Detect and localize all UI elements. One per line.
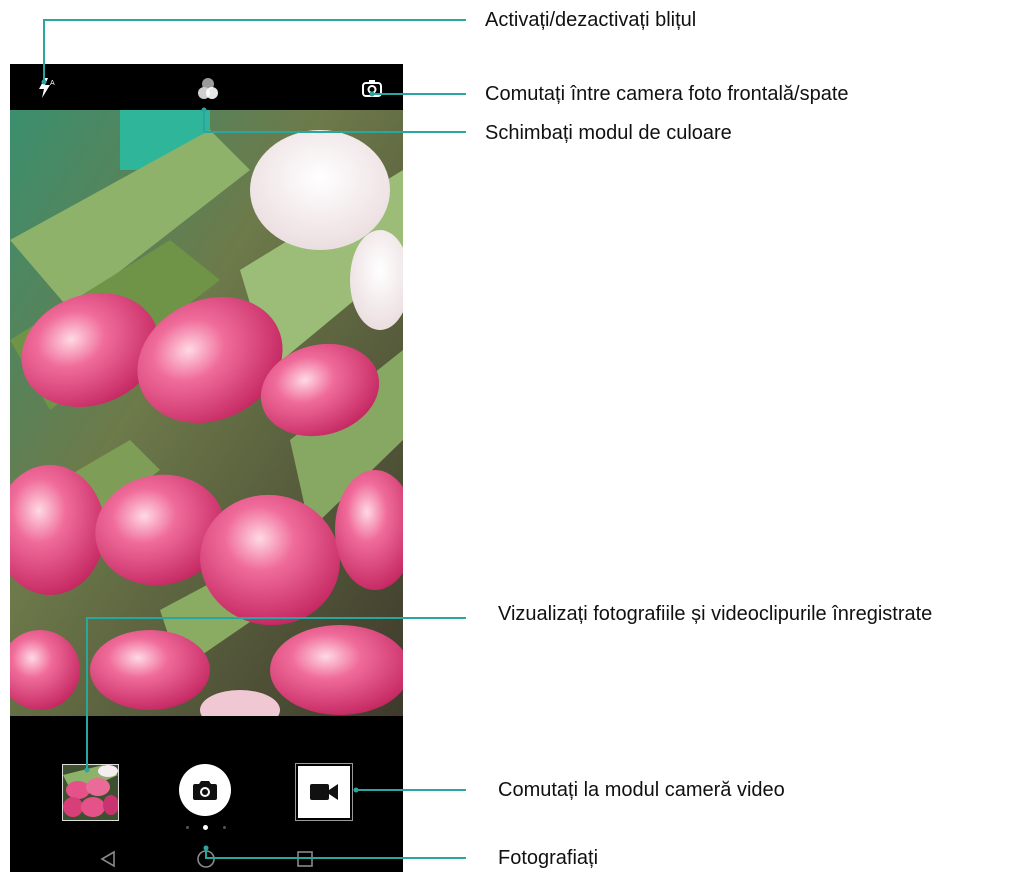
color-filter-icon[interactable] xyxy=(196,76,220,102)
back-triangle-icon[interactable] xyxy=(100,850,116,868)
video-mode-button[interactable] xyxy=(295,763,353,821)
camera-app-screen: A xyxy=(10,64,403,872)
callout-color-mode: Schimbați modul de culoare xyxy=(485,122,732,144)
mode-page-indicator xyxy=(184,824,228,832)
gallery-thumbnail[interactable] xyxy=(62,764,119,821)
callout-flash: Activați/dezactivați blițul xyxy=(485,9,697,31)
system-nav-bar xyxy=(10,838,403,872)
camera-icon xyxy=(193,780,217,800)
callout-shutter: Fotografiați xyxy=(498,847,599,869)
mode-dot xyxy=(186,826,189,829)
shutter-button[interactable] xyxy=(179,764,231,816)
mode-dot xyxy=(223,826,226,829)
tulip-preview-image xyxy=(10,110,403,716)
camera-viewfinder[interactable] xyxy=(10,110,403,716)
mode-dot-active xyxy=(203,825,208,830)
svg-text:A: A xyxy=(50,80,55,87)
recents-square-icon[interactable] xyxy=(296,850,314,868)
video-camera-icon xyxy=(310,783,338,801)
gallery-thumbnail-image xyxy=(63,765,118,820)
switch-camera-icon[interactable] xyxy=(360,78,384,100)
flash-auto-icon[interactable]: A xyxy=(36,76,56,100)
camera-top-bar: A xyxy=(10,64,403,110)
home-circle-icon[interactable] xyxy=(196,849,216,869)
callout-gallery: Vizualizați fotografiile și videoclipuri… xyxy=(498,603,933,625)
callout-switch-camera: Comutați între camera foto frontală/spat… xyxy=(485,83,849,105)
callout-video-mode: Comutați la modul cameră video xyxy=(498,779,785,801)
